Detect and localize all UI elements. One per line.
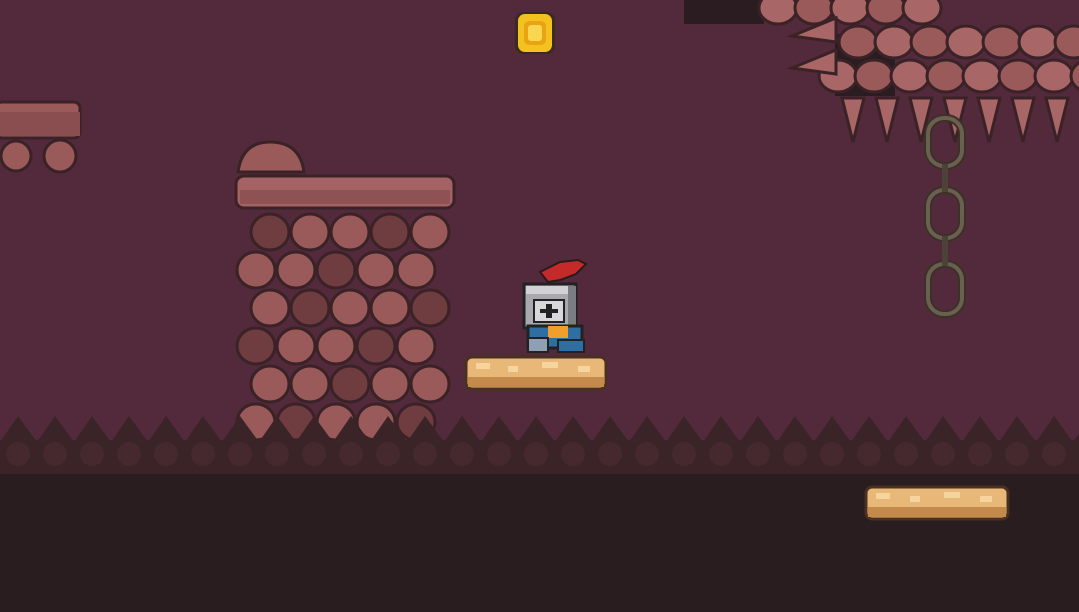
floating-platform-right [864, 485, 1010, 521]
gold-coin [515, 12, 555, 54]
ceiling-dark-block [684, 0, 764, 24]
floating-platform-middle [464, 355, 608, 391]
cobblestone-pillar [234, 140, 456, 442]
game-viewport [0, 0, 1079, 612]
